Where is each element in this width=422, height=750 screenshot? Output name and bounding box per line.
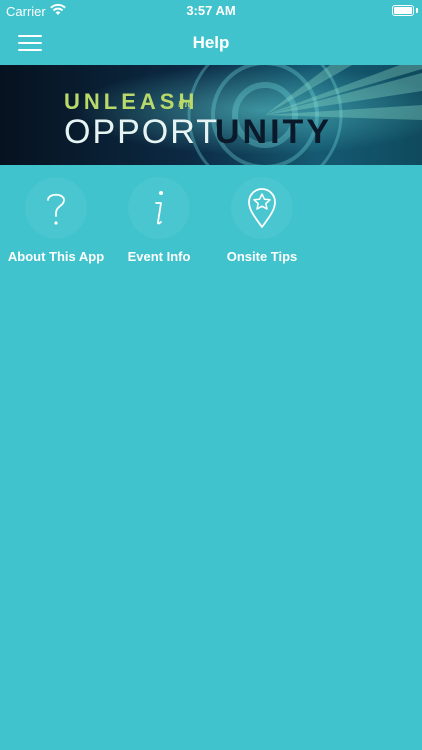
battery-level xyxy=(394,7,412,14)
tile-onsite-tips[interactable]: Onsite Tips xyxy=(210,165,314,275)
navigation-bar: Help xyxy=(0,22,422,65)
tile-label: Event Info xyxy=(127,249,191,264)
tile-about-this-app[interactable]: About This App xyxy=(4,165,108,275)
banner-line2-part1: OPPORT xyxy=(64,113,219,151)
banner-line2-part2: UNITY xyxy=(215,113,332,151)
tile-event-info[interactable]: Event Info xyxy=(107,165,211,275)
tile-label: About This App xyxy=(7,249,105,264)
clock: 3:57 AM xyxy=(186,3,236,18)
banner-graphic: UNLEASH the OPPORT UNITY xyxy=(0,65,422,165)
battery-nub xyxy=(416,8,418,13)
map-pin-star-icon xyxy=(248,188,276,228)
event-banner: UNLEASH the OPPORT UNITY xyxy=(0,65,422,165)
page-title: Help xyxy=(192,33,230,52)
status-bar: Carrier 3:57 AM xyxy=(0,0,422,22)
battery-icon xyxy=(392,5,414,16)
question-mark-icon xyxy=(47,193,65,225)
help-tiles: About This App Event Info Onsite Tips xyxy=(0,165,422,285)
banner-line1-small: the xyxy=(178,96,193,110)
tile-label: Onsite Tips xyxy=(226,249,298,264)
info-icon xyxy=(155,191,163,225)
